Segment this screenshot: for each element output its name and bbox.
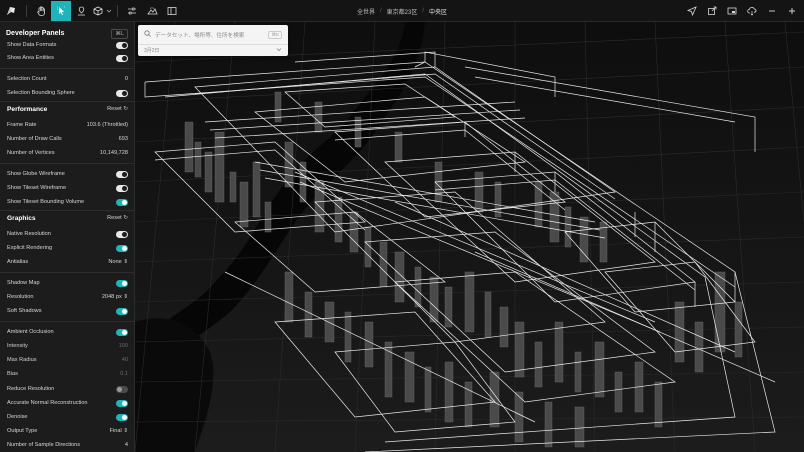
toggle-tileset-bounding-volume[interactable] xyxy=(116,198,128,206)
reset-icon: ↻ xyxy=(123,106,128,112)
hand-icon[interactable] xyxy=(31,1,51,21)
breadcrumb-chuo[interactable]: 中央区 xyxy=(429,7,447,16)
search-box: データセット、場所等、住所を検索 ⌘K 3月2日 xyxy=(138,25,288,56)
section-graphics: Graphics Reset ↻ xyxy=(7,214,128,222)
max-radius-field[interactable]: 40 xyxy=(122,357,128,363)
row-antialias: Antialias None ⇕ xyxy=(7,259,128,265)
location-arrow-icon[interactable] xyxy=(682,1,702,21)
sample-directions-field[interactable]: 4 xyxy=(125,442,128,448)
row-accurate-normal: Accurate Normal Reconstruction xyxy=(0,397,134,409)
breadcrumb-world[interactable]: 全世界 xyxy=(357,7,375,16)
chevron-down-icon xyxy=(276,47,282,54)
toggle-globe-wireframe[interactable] xyxy=(116,170,128,178)
minus-icon[interactable] xyxy=(762,1,782,21)
map-viewport[interactable] xyxy=(135,22,804,452)
row-tileset-wireframe: Show Tileset Wireframe xyxy=(0,182,134,194)
bias-field[interactable]: 0.1 xyxy=(120,371,128,377)
cube-icon[interactable] xyxy=(91,1,105,21)
divider xyxy=(0,101,134,102)
search-icon xyxy=(144,30,151,39)
intensity-field[interactable]: 100 xyxy=(119,343,128,349)
pip-icon[interactable] xyxy=(722,1,742,21)
toggle-native-resolution[interactable] xyxy=(116,230,128,238)
developer-panel: Developer Panels ⌘L Show Data Formats Sh… xyxy=(0,22,135,452)
toggle-selection-bounding-sphere[interactable] xyxy=(116,89,128,97)
section-performance: Performance Reset ↻ xyxy=(7,105,128,113)
row-vertices: Number of Vertices 10,149,728 xyxy=(7,150,128,156)
antialias-select[interactable]: None ⇕ xyxy=(108,259,128,265)
date-selector[interactable]: 3月2日 xyxy=(138,44,288,56)
graphics-reset-button[interactable]: Reset ↻ xyxy=(107,215,128,221)
row-shadow-resolution: Resolution 2048 px ⇕ xyxy=(7,294,128,300)
select-icon[interactable] xyxy=(51,0,71,21)
toggle-reduce-resolution[interactable] xyxy=(116,385,128,393)
divider xyxy=(0,68,134,69)
toggle-denoise[interactable] xyxy=(116,413,128,421)
logo-icon[interactable] xyxy=(0,0,22,22)
search-input[interactable]: データセット、場所等、住所を検索 xyxy=(155,31,244,39)
panel-shortcut[interactable]: ⌘L xyxy=(111,28,128,39)
row-selection-count: Selection Count 0 xyxy=(7,76,128,82)
toolbar-divider xyxy=(117,4,118,17)
row-soft-shadows: Soft Shadows xyxy=(0,305,134,317)
top-toolbar: 全世界 / 東京都23区 / 中央区 xyxy=(0,0,804,22)
row-selection-bounding-sphere: Selection Bounding Sphere xyxy=(0,87,134,99)
output-type-select[interactable]: Final ⇕ xyxy=(110,428,128,434)
toggle-accurate-normal[interactable] xyxy=(116,399,128,407)
row-max-radius: Max Radius 40 xyxy=(7,357,128,363)
search-shortcut: ⌘K xyxy=(268,30,282,39)
sliders-icon[interactable] xyxy=(122,1,142,21)
row-show-data-formats: Show Data Formats xyxy=(0,39,134,51)
row-sample-directions: Number of Sample Directions 4 xyxy=(7,442,128,448)
chevron-down-icon[interactable] xyxy=(105,1,113,21)
divider xyxy=(0,163,134,164)
toggle-shadow-map[interactable] xyxy=(116,279,128,287)
terrain-icon[interactable] xyxy=(142,1,162,21)
updown-icon: ⇕ xyxy=(123,259,128,265)
row-native-resolution: Native Resolution xyxy=(0,228,134,240)
breadcrumb-tokyo[interactable]: 東京都23区 xyxy=(387,7,418,16)
plus-icon[interactable] xyxy=(782,1,802,21)
row-denoise: Denoise xyxy=(0,411,134,423)
toggle-show-data-formats[interactable] xyxy=(116,41,128,49)
row-draw-calls: Number of Draw Calls 693 xyxy=(7,136,128,142)
pin-icon[interactable] xyxy=(71,1,91,21)
export-icon[interactable] xyxy=(702,1,722,21)
row-tileset-bounding-volume: Show Tileset Bounding Volume xyxy=(0,196,134,208)
performance-reset-button[interactable]: Reset ↻ xyxy=(107,106,128,112)
toggle-explicit-rendering[interactable] xyxy=(116,244,128,252)
row-show-area-entities: Show Area Entities xyxy=(0,52,134,64)
row-output-type: Output Type Final ⇕ xyxy=(7,428,128,434)
shadow-resolution-select[interactable]: 2048 px ⇕ xyxy=(102,294,128,300)
divider xyxy=(0,272,134,273)
date-value: 3月2日 xyxy=(144,48,160,54)
divider xyxy=(0,210,134,211)
toggle-soft-shadows[interactable] xyxy=(116,307,128,315)
toolbar-divider xyxy=(26,4,27,17)
updown-icon: ⇕ xyxy=(123,294,128,300)
city-3d-scene xyxy=(135,22,804,452)
toggle-ambient-occlusion[interactable] xyxy=(116,328,128,336)
divider xyxy=(0,321,134,322)
row-shadow-map: Shadow Map xyxy=(0,277,134,289)
row-intensity: Intensity 100 xyxy=(7,343,128,349)
toggle-show-area-entities[interactable] xyxy=(116,54,128,62)
search-row[interactable]: データセット、場所等、住所を検索 ⌘K xyxy=(138,25,288,44)
row-reduce-resolution: Reduce Resolution xyxy=(0,383,134,395)
updown-icon: ⇕ xyxy=(123,428,128,434)
row-frame-rate: Frame Rate 103.6 (Throttled) xyxy=(7,122,128,128)
share-icon[interactable] xyxy=(742,1,762,21)
row-bias: Bias 0.1 xyxy=(7,371,128,377)
row-explicit-rendering: Explicit Rendering xyxy=(0,242,134,254)
layout-icon[interactable] xyxy=(162,1,182,21)
panel-title: Developer Panels xyxy=(6,30,65,37)
row-globe-wireframe: Show Globe Wireframe xyxy=(0,168,134,180)
toggle-tileset-wireframe[interactable] xyxy=(116,184,128,192)
reset-icon: ↻ xyxy=(123,215,128,221)
row-ambient-occlusion: Ambient Occlusion xyxy=(0,326,134,338)
